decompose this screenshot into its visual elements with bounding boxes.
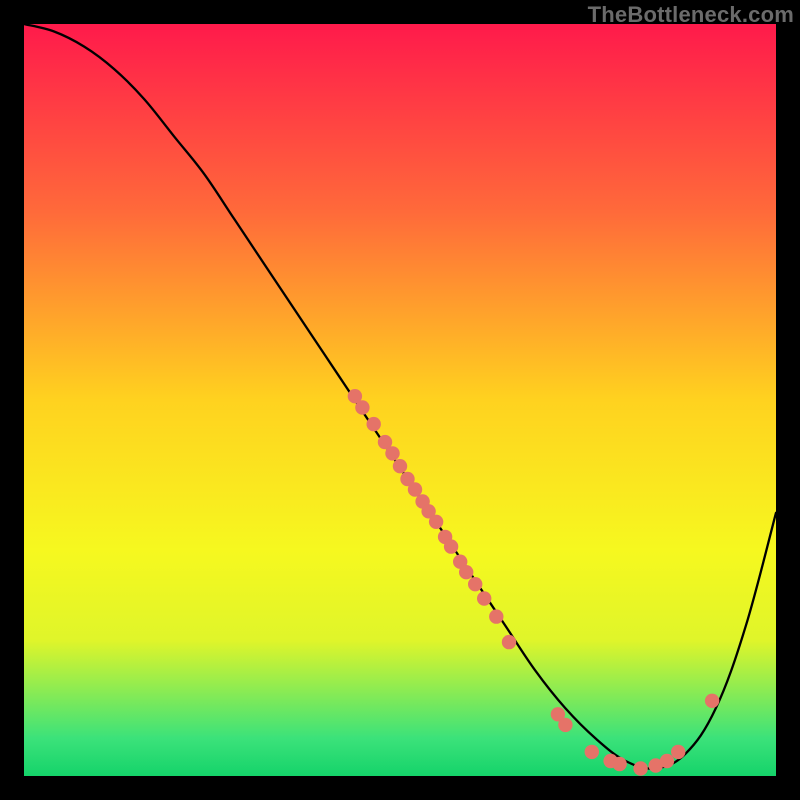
attribution-text: TheBottleneck.com [588, 2, 794, 28]
scatter-dot [660, 754, 674, 768]
scatter-dot [633, 761, 647, 775]
scatter-dot [367, 417, 381, 431]
chart-stage: TheBottleneck.com [0, 0, 800, 800]
plot-background [24, 24, 776, 776]
scatter-dot [393, 459, 407, 473]
scatter-dot [612, 757, 626, 771]
scatter-dot [429, 515, 443, 529]
scatter-dot [502, 635, 516, 649]
scatter-dot [489, 609, 503, 623]
scatter-dot [444, 539, 458, 553]
scatter-dot [671, 745, 685, 759]
scatter-dot [705, 694, 719, 708]
scatter-dot [558, 718, 572, 732]
scatter-dot [468, 577, 482, 591]
scatter-dot [477, 591, 491, 605]
bottleneck-chart [0, 0, 800, 800]
scatter-dot [355, 400, 369, 414]
scatter-dot [408, 482, 422, 496]
scatter-dot [585, 745, 599, 759]
scatter-dot [459, 565, 473, 579]
scatter-dot [385, 446, 399, 460]
